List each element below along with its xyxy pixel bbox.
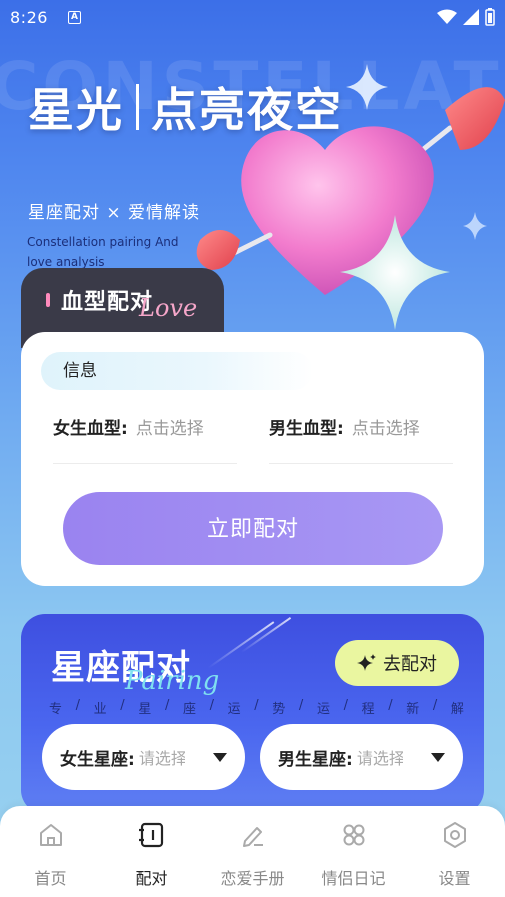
nav-pair-label: 配对	[135, 869, 168, 888]
bottom-nav: 首页 配对 恋爱手册 情侣日记 设置	[0, 806, 505, 897]
home-icon	[39, 824, 62, 846]
caret-down-icon[interactable]	[431, 752, 445, 762]
male-zodiac-label: 男生星座:	[278, 749, 353, 770]
battery-icon	[485, 8, 495, 26]
nav-settings-label: 设置	[438, 869, 471, 888]
tagline-sep: /	[388, 698, 393, 713]
nav-couple-diary-label: 情侣日记	[321, 869, 386, 888]
female-blood-field[interactable]: 女生血型: 点击选择	[53, 414, 237, 464]
notification-icon: A	[67, 10, 81, 24]
female-zodiac-select[interactable]: 女生星座: 请选择	[42, 724, 245, 790]
nav-love-manual[interactable]: 恋爱手册	[202, 806, 303, 897]
zodiac-match-card: 星座配对 Pairing 去配对 专 / 业 / 星 / 座 / 运 / 势 /…	[21, 614, 484, 814]
tagline-char: 专	[49, 702, 63, 717]
male-blood-label: 男生血型:	[269, 419, 344, 439]
male-zodiac-value: 请选择	[356, 749, 403, 768]
male-zodiac-select[interactable]: 男生星座: 请选择	[260, 724, 463, 790]
tagline-char: 星	[138, 702, 152, 717]
nav-home[interactable]: 首页	[0, 806, 101, 897]
tagline-char: 业	[93, 702, 107, 717]
hero-subtitle-en: Constellation pairing And love analysis	[27, 235, 179, 269]
grid-icon	[343, 824, 364, 846]
info-chip: 信息	[41, 352, 313, 390]
tagline-sep: /	[209, 698, 214, 713]
tagline-char: 解	[450, 702, 464, 717]
female-zodiac-label: 女生星座:	[60, 749, 135, 770]
caret-down-icon[interactable]	[213, 752, 227, 762]
tab-pin-marker	[46, 293, 50, 307]
blood-match-card: 信息 女生血型: 点击选择 男生血型: 点击选择 立即配对	[21, 332, 484, 586]
female-blood-value[interactable]: 点击选择	[136, 414, 204, 439]
status-time: 8:26	[10, 7, 48, 27]
tagline-char: 势	[272, 702, 286, 717]
status-bar: 8:26 A	[0, 0, 505, 34]
go-match-button[interactable]: 去配对	[335, 640, 459, 686]
tagline-sep: /	[164, 698, 170, 713]
heart-arrow-illustration	[196, 64, 505, 330]
tagline-sep: /	[75, 698, 81, 713]
signal-icon	[463, 9, 479, 25]
sparkle-icon	[357, 654, 376, 671]
nav-settings[interactable]: 设置	[404, 806, 505, 897]
match-now-button[interactable]: 立即配对	[63, 492, 443, 565]
nav-home-label: 首页	[34, 869, 67, 888]
nav-love-manual-label: 恋爱手册	[220, 869, 285, 888]
tagline-char: 运	[316, 702, 330, 717]
edit-icon	[242, 827, 263, 847]
meteor-decoration	[240, 616, 292, 654]
go-match-label: 去配对	[383, 654, 437, 675]
tagline-sep: /	[120, 698, 125, 713]
zodiac-tagline: 专 / 业 / 星 / 座 / 运 / 势 / 运 / 程 / 新 / 解	[49, 698, 464, 717]
settings-icon	[443, 822, 466, 848]
pair-icon	[138, 822, 163, 848]
male-blood-value[interactable]: 点击选择	[352, 414, 420, 439]
female-zodiac-value: 请选择	[138, 749, 185, 768]
hero-subtitle: 星座配对 × 爱情解读	[28, 203, 201, 223]
status-indicators	[437, 8, 495, 26]
tagline-char: 程	[361, 702, 375, 717]
meteor-decoration	[207, 621, 275, 669]
tagline-sep: /	[343, 698, 348, 713]
wifi-icon	[437, 9, 457, 24]
tagline-sep: /	[432, 698, 438, 713]
zodiac-script: Pairing	[125, 666, 220, 696]
male-blood-field[interactable]: 男生血型: 点击选择	[269, 414, 453, 464]
nav-couple-diary[interactable]: 情侣日记	[303, 806, 404, 897]
title-divider	[136, 84, 139, 130]
nav-pair[interactable]: 配对	[101, 806, 202, 897]
tagline-sep: /	[254, 698, 259, 713]
tagline-sep: /	[298, 698, 304, 713]
hero-title-left: 星光	[28, 83, 124, 137]
tagline-char: 新	[406, 702, 420, 717]
female-blood-label: 女生血型:	[53, 419, 128, 439]
blood-tab-script: Love	[139, 294, 198, 322]
tagline-char: 运	[227, 702, 241, 717]
tagline-char: 座	[182, 702, 196, 717]
